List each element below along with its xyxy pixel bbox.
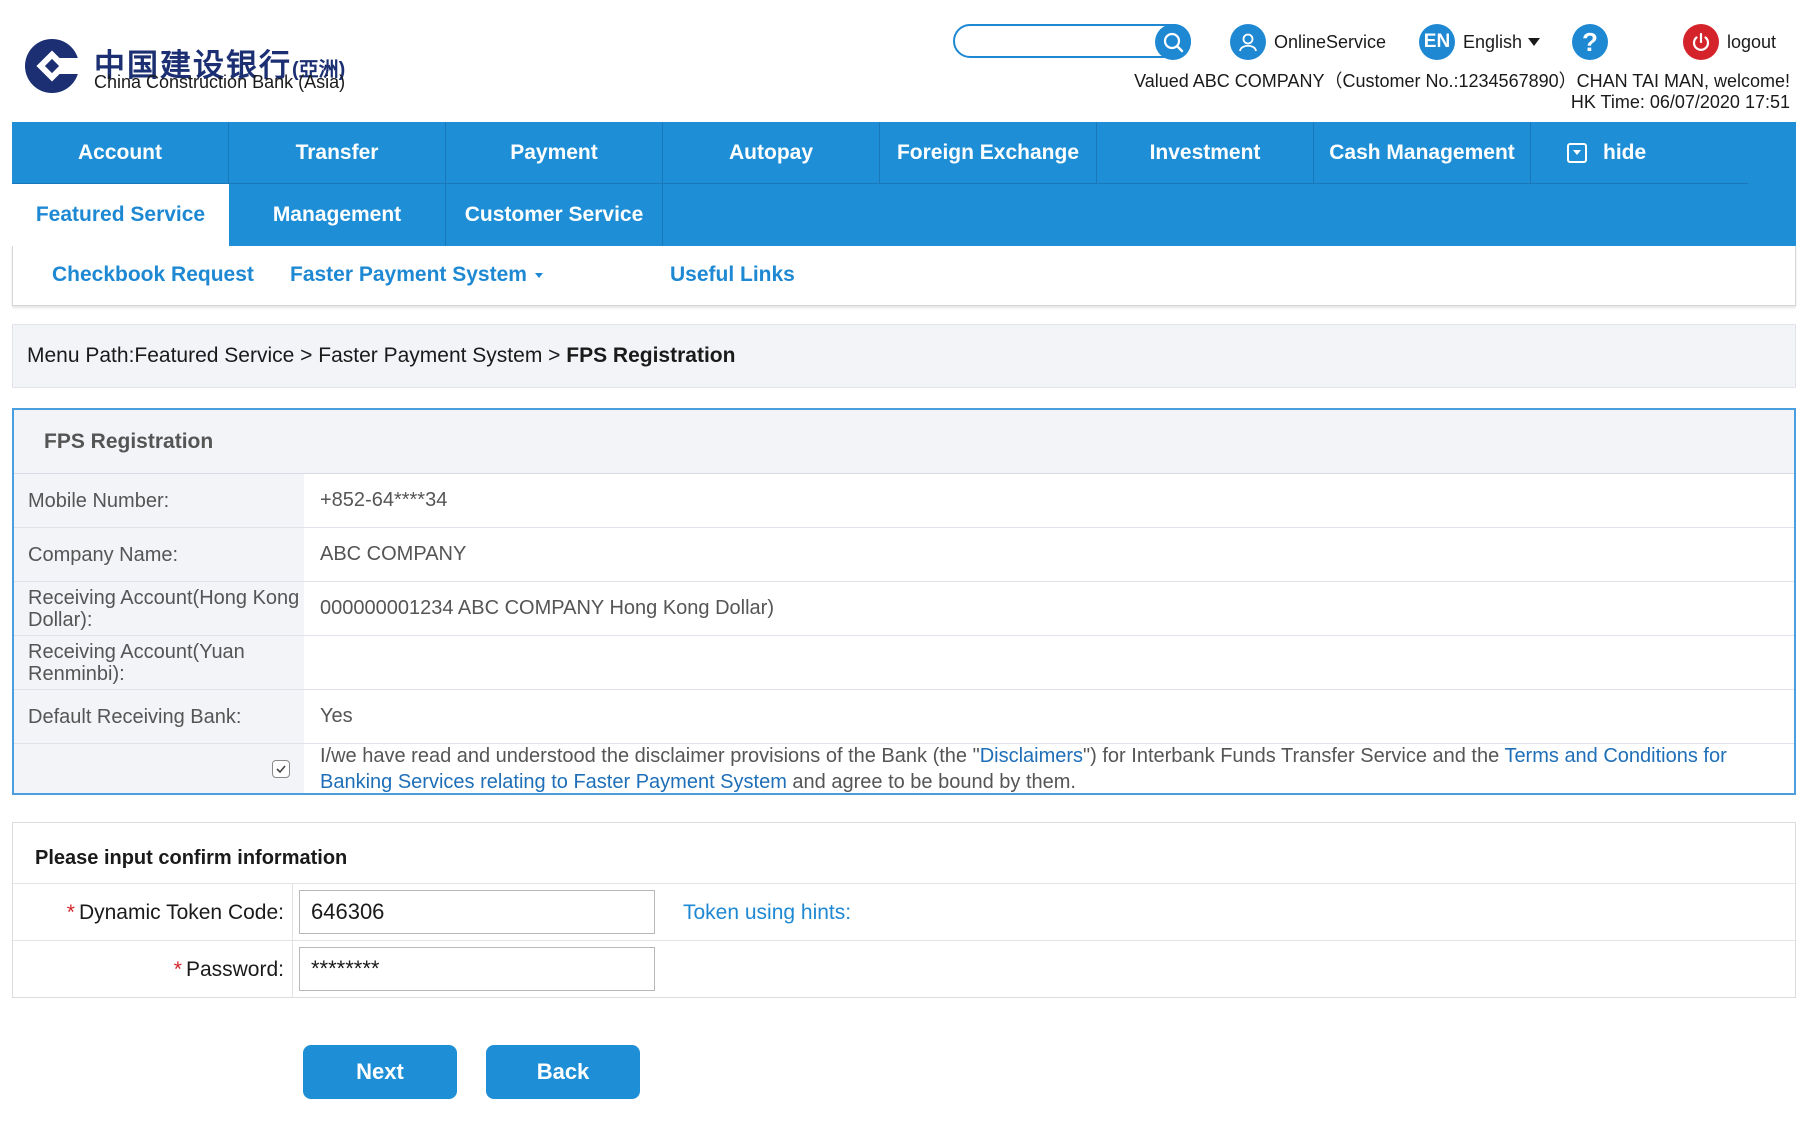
row-label: Mobile Number: xyxy=(14,474,304,527)
password-label-text: Password: xyxy=(185,957,284,981)
row-label: Default Receiving Bank: xyxy=(14,690,304,743)
row-value xyxy=(304,636,1794,689)
fps-registration-panel: FPS Registration Mobile Number: +852-64*… xyxy=(12,408,1796,795)
caret-down-icon xyxy=(1528,38,1541,46)
hide-label: hide xyxy=(1603,140,1647,164)
chevron-down-icon xyxy=(534,272,543,278)
bank-logo[interactable]: 中国建设银行(亞洲) China Construction Bank (Asia… xyxy=(24,38,444,98)
header: 中国建设银行(亞洲) China Construction Bank (Asia… xyxy=(0,0,1800,122)
nav-account[interactable]: Account xyxy=(12,122,229,184)
breadcrumb-current: FPS Registration xyxy=(566,344,736,367)
row-value: ABC COMPANY xyxy=(320,543,467,565)
password-input[interactable] xyxy=(299,947,655,991)
subnav-useful-links[interactable]: Useful Links xyxy=(670,246,795,304)
logout-label: logout xyxy=(1727,31,1777,52)
online-service-link[interactable]: OnlineService xyxy=(1230,24,1386,60)
back-button[interactable]: Back xyxy=(486,1045,640,1099)
subnav-checkbook-request[interactable]: Checkbook Request xyxy=(52,246,254,304)
confirm-panel: Please input confirm information * Dynam… xyxy=(12,822,1796,998)
required-mark: * xyxy=(66,900,75,924)
detail-row-hkd-account: Receiving Account(Hong Kong Dollar): 000… xyxy=(14,582,1794,636)
detail-row-mobile: Mobile Number: +852-64****34 xyxy=(14,474,1794,528)
breadcrumb-path: Menu Path:Featured Service > Faster Paym… xyxy=(27,344,567,367)
agreement-checkbox[interactable] xyxy=(272,759,290,778)
row-label: Receiving Account(Hong Kong Dollar): xyxy=(14,582,304,635)
language-label: English xyxy=(1463,31,1523,52)
dynamic-token-input[interactable] xyxy=(299,890,655,934)
agreement-row: I/we have read and understood the discla… xyxy=(14,744,1794,793)
main-nav-row-2: Featured Service Management Customer Ser… xyxy=(12,184,663,246)
token-label-text: Dynamic Token Code: xyxy=(78,900,284,924)
token-hints-link[interactable]: Token using hints: xyxy=(683,884,851,941)
language-selector[interactable]: EN English xyxy=(1419,24,1541,60)
nav-cash-management[interactable]: Cash Management xyxy=(1314,122,1531,184)
hk-time: HK Time: 06/07/2020 17:51 xyxy=(1570,92,1790,112)
next-button[interactable]: Next xyxy=(303,1045,457,1099)
search-icon xyxy=(1163,32,1184,53)
logout-link[interactable]: logout xyxy=(1683,24,1776,60)
confirm-title: Please input confirm information xyxy=(35,847,348,869)
required-mark: * xyxy=(173,957,182,981)
search-button[interactable] xyxy=(1155,24,1191,60)
nav-investment[interactable]: Investment xyxy=(1097,122,1314,184)
password-row: * Password: xyxy=(13,940,1795,998)
row-value: 000000001234 ABC COMPANY Hong Kong Dolla… xyxy=(320,597,774,619)
user-icon xyxy=(1230,24,1266,60)
help-icon: ? xyxy=(1572,24,1608,60)
agreement-checkbox-cell xyxy=(14,744,304,793)
online-service-label: OnlineService xyxy=(1274,31,1387,52)
nav-autopay[interactable]: Autopay xyxy=(663,122,880,184)
token-label: * Dynamic Token Code: xyxy=(13,884,293,941)
row-value: Yes xyxy=(320,705,353,727)
nav-hide-button[interactable]: hide xyxy=(1531,122,1748,184)
collapse-icon xyxy=(1567,142,1587,163)
help-glyph: ? xyxy=(1582,26,1598,57)
sub-nav: Checkbook Request Faster Payment System … xyxy=(12,246,1796,306)
row-value: +852-64****34 xyxy=(320,489,448,511)
row-label: Company Name: xyxy=(14,528,304,581)
welcome-message: Valued ABC COMPANY（Customer No.:12345678… xyxy=(1134,71,1790,91)
search-input[interactable] xyxy=(967,26,1161,56)
subnav-faster-payment-system[interactable]: Faster Payment System xyxy=(290,246,543,304)
subnav-fps-label: Faster Payment System xyxy=(290,263,527,286)
disclaimers-link[interactable]: Disclaimers xyxy=(980,745,1083,767)
main-nav: Account Transfer Payment Autopay Foreign… xyxy=(12,122,1796,246)
bank-name-english: China Construction Bank (Asia) xyxy=(94,72,346,92)
breadcrumb: Menu Path:Featured Service > Faster Paym… xyxy=(12,324,1796,388)
detail-row-company: Company Name: ABC COMPANY xyxy=(14,528,1794,582)
nav-foreign-exchange[interactable]: Foreign Exchange xyxy=(880,122,1097,184)
password-label: * Password: xyxy=(13,941,293,998)
detail-row-rmb-account: Receiving Account(Yuan Renminbi): xyxy=(14,636,1794,690)
token-row: * Dynamic Token Code: Token using hints: xyxy=(13,883,1795,941)
detail-row-default-bank: Default Receiving Bank: Yes xyxy=(14,690,1794,744)
agreement-text-part: I/we have read and understood the discla… xyxy=(320,744,980,767)
main-nav-row-1: Account Transfer Payment Autopay Foreign… xyxy=(12,122,1748,184)
ccb-logo-icon xyxy=(25,39,80,93)
nav-customer-service[interactable]: Customer Service xyxy=(446,184,663,246)
nav-transfer[interactable]: Transfer xyxy=(229,122,446,184)
nav-payment[interactable]: Payment xyxy=(446,122,663,184)
row-label: Receiving Account(Yuan Renminbi): xyxy=(14,636,304,689)
nav-featured-service[interactable]: Featured Service xyxy=(12,184,229,246)
agreement-text-part: ") for Interbank Funds Transfer Service … xyxy=(1083,744,1505,767)
language-icon: EN xyxy=(1419,24,1455,60)
agreement-text-part: and agree to be bound by them. xyxy=(786,770,1076,793)
help-button[interactable]: ? xyxy=(1572,24,1616,60)
panel-title: FPS Registration xyxy=(14,410,1794,474)
agreement-text: I/we have read and understood the discla… xyxy=(304,744,1794,793)
language-badge: EN xyxy=(1423,31,1451,52)
check-icon xyxy=(276,764,286,773)
power-icon xyxy=(1683,24,1719,60)
nav-management[interactable]: Management xyxy=(229,184,446,246)
